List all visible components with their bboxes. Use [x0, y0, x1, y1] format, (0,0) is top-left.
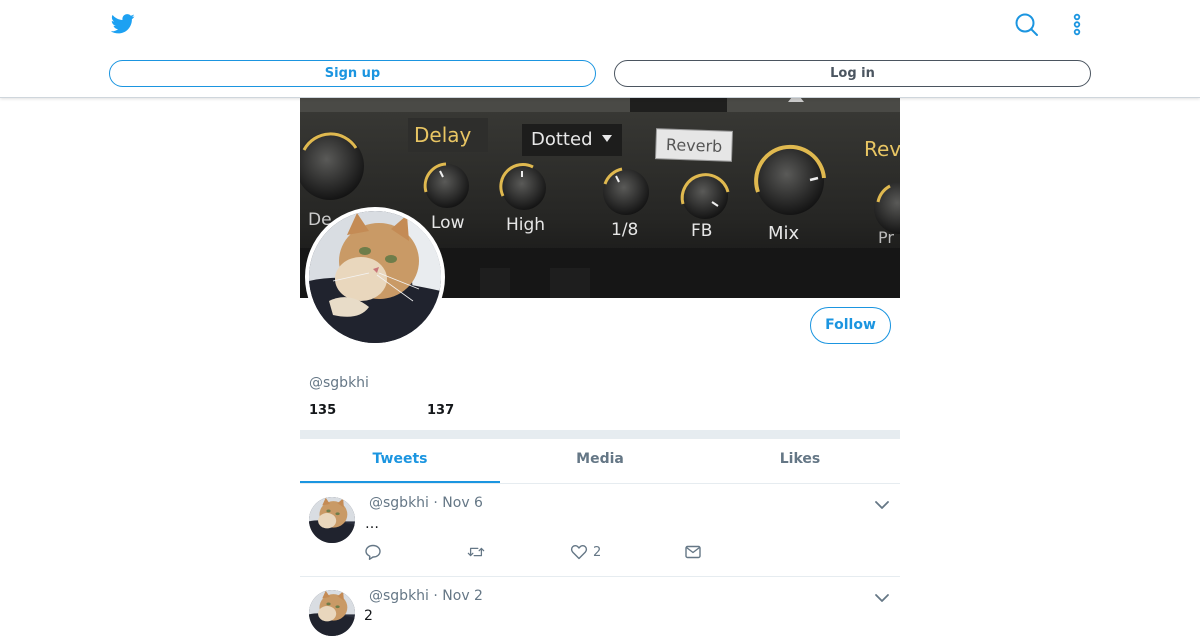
- follow-button[interactable]: Follow: [810, 307, 891, 344]
- top-bar: Sign up Log in: [0, 0, 1200, 98]
- cat-avatar-image: [309, 211, 441, 343]
- like-count: 2: [593, 544, 602, 560]
- direct-message-button[interactable]: [684, 542, 702, 562]
- chevron-down-icon[interactable]: [874, 590, 890, 606]
- retweet-button[interactable]: [467, 542, 485, 562]
- heart-icon: [570, 544, 588, 560]
- chevron-down-icon[interactable]: [874, 497, 890, 513]
- banner-label-pr: Pr: [878, 228, 894, 247]
- stat-count-first[interactable]: 135: [309, 403, 336, 418]
- banner-label-low: Low: [431, 213, 465, 233]
- retweet-icon: [467, 547, 485, 557]
- reply-button[interactable]: [364, 542, 382, 562]
- login-button[interactable]: Log in: [614, 60, 1091, 87]
- like-button[interactable]: 2: [570, 542, 601, 562]
- profile-tabs: Tweets Media Likes: [300, 439, 900, 484]
- banner-label-dotted: Dotted: [531, 129, 593, 150]
- profile-card: Delay Dotted Reverb Rev De Low High 1/8: [300, 98, 900, 636]
- profile-handle: @sgbkhi: [309, 375, 369, 391]
- tweet-text: …: [365, 516, 379, 532]
- banner-label-high: High: [506, 215, 545, 235]
- reply-icon: [365, 544, 381, 560]
- tweet-avatar[interactable]: [309, 590, 355, 636]
- banner-label-eighth: 1/8: [611, 220, 638, 240]
- tab-tweets[interactable]: Tweets: [300, 439, 500, 483]
- tweet-meta[interactable]: @sgbkhi · Nov 6: [369, 495, 483, 511]
- twitter-bird-icon[interactable]: [111, 13, 135, 35]
- stat-count-second[interactable]: 137: [427, 403, 454, 418]
- tweet-meta[interactable]: @sgbkhi · Nov 2: [369, 588, 483, 604]
- banner-label-delay: Delay: [414, 123, 472, 147]
- tweet-actions: 2: [364, 542, 764, 562]
- banner-label-mix: Mix: [768, 223, 800, 244]
- envelope-icon: [685, 545, 701, 559]
- section-divider: [300, 430, 900, 439]
- tweet-text: 2: [364, 608, 373, 624]
- signup-button[interactable]: Sign up: [109, 60, 596, 87]
- banner-label-fb: FB: [691, 221, 712, 241]
- banner-label-rev: Rev: [864, 137, 900, 161]
- profile-avatar[interactable]: [305, 207, 445, 347]
- search-icon[interactable]: [1014, 12, 1040, 38]
- tweet-item[interactable]: @sgbkhi · Nov 2 2: [300, 578, 900, 638]
- tab-likes[interactable]: Likes: [700, 439, 900, 483]
- tab-media[interactable]: Media: [500, 439, 700, 483]
- banner-label-reverb: Reverb: [666, 135, 723, 156]
- tweet-avatar[interactable]: [309, 497, 355, 543]
- more-options-icon[interactable]: [1068, 12, 1086, 38]
- tweet-item[interactable]: @sgbkhi · Nov 6 … 2: [300, 485, 900, 577]
